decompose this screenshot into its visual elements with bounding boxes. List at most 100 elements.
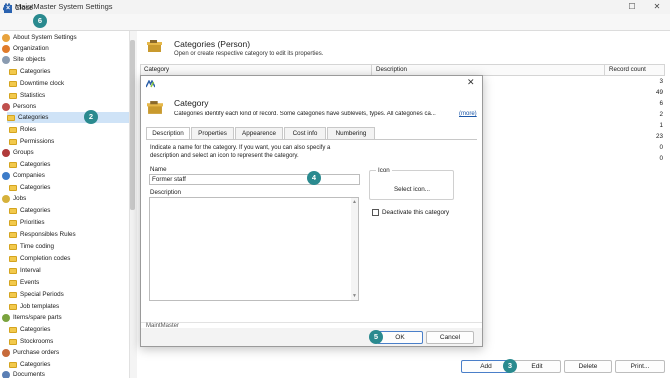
cancel-button[interactable]: Cancel [426, 331, 474, 344]
scroll-down-icon[interactable]: ▼ [352, 293, 357, 299]
tree-item-events[interactable]: Events [9, 277, 39, 288]
deactivate-checkbox[interactable] [372, 209, 379, 216]
page-title: Categories (Person) [174, 39, 251, 49]
tree-item-purchase-orders[interactable]: Purchase orders [2, 347, 59, 358]
tree-item-responsibles-rules[interactable]: Responsibles Rules [9, 229, 76, 240]
dialog-footer-divider [141, 322, 482, 323]
tree-item-permissions[interactable]: Permissions [9, 136, 54, 147]
maintmaster-logo-icon [146, 80, 155, 88]
record-count-cell: 0 [659, 144, 663, 151]
record-count-cell: 23 [655, 133, 663, 140]
folder-icon [9, 68, 17, 75]
tree-item-roles[interactable]: Roles [9, 124, 36, 135]
groups-icon [2, 148, 10, 157]
callout-badge: 3 [503, 359, 517, 373]
record-count-cell: 3 [659, 78, 663, 85]
description-textarea[interactable] [149, 197, 359, 301]
sidebar-scrollbar-thumb[interactable] [130, 40, 135, 210]
tree-item-persons[interactable]: Persons [2, 101, 36, 112]
column-header-record-count[interactable]: Record count [605, 64, 665, 76]
tree-item-interval[interactable]: Interval [9, 265, 41, 276]
category-box-icon [147, 40, 162, 52]
name-input[interactable]: Former staff [149, 174, 360, 185]
folder-icon [9, 326, 17, 333]
tree-item-special-periods[interactable]: Special Periods [9, 289, 64, 300]
folder-icon [9, 138, 17, 145]
tree-item-organization[interactable]: Organization [2, 43, 49, 54]
folder-icon [9, 80, 17, 87]
close-icon: × [4, 4, 12, 13]
record-count-cell: 0 [659, 155, 663, 162]
tree-item-completion-codes[interactable]: Completion codes [9, 253, 70, 264]
tree-item-downtime-clock[interactable]: Downtime clock [9, 78, 64, 89]
close-button[interactable]: × Close [1, 2, 36, 15]
description-scrollbar[interactable] [351, 198, 358, 300]
icon-label: Icon [376, 167, 392, 174]
folder-icon [9, 231, 17, 238]
maximize-icon[interactable]: ☐ [626, 1, 638, 12]
tree-item-groups[interactable]: Groups [2, 147, 34, 158]
tab-properties[interactable]: Properties [191, 127, 234, 139]
delete-button[interactable]: Delete [564, 360, 612, 373]
tab-cost-info[interactable]: Cost info [284, 127, 326, 139]
folder-icon [9, 255, 17, 262]
tree-item-groups-categories[interactable]: Categories [9, 159, 50, 170]
callout-badge: 6 [33, 14, 47, 28]
tree-item-jobs-categories[interactable]: Categories [9, 205, 50, 216]
folder-icon [9, 267, 17, 274]
folder-icon [9, 361, 17, 368]
tree-item-items-categories[interactable]: Categories [9, 324, 50, 335]
items-icon [2, 313, 10, 322]
folder-icon [9, 291, 17, 298]
callout-badge: 2 [84, 110, 98, 124]
select-icon-button[interactable]: Select icon... [384, 184, 440, 196]
folder-icon [9, 184, 17, 191]
tree-item-site-categories[interactable]: Categories [9, 66, 50, 77]
tree-item-jobs[interactable]: Jobs [2, 193, 26, 204]
tree-item-items-spare-parts[interactable]: Items/spare parts [2, 312, 62, 323]
tree-item-stockrooms[interactable]: Stockrooms [9, 336, 53, 347]
tree-item-companies-categories[interactable]: Categories [9, 182, 50, 193]
tab-appearence[interactable]: Appearence [235, 127, 283, 139]
tree-item-documents[interactable]: Documents [2, 369, 45, 378]
category-box-icon [147, 101, 163, 114]
callout-badge: 5 [369, 330, 383, 344]
ok-button[interactable]: OK [377, 331, 423, 344]
tab-numbering[interactable]: Numbering [327, 127, 375, 139]
page-subtitle: Open or create respective category to ed… [174, 51, 324, 57]
more-link[interactable]: (more) [459, 111, 477, 117]
deactivate-label[interactable]: Deactivate this category [382, 209, 449, 216]
tree-item-time-coding[interactable]: Time coding [9, 241, 54, 252]
tree-item-site-objects[interactable]: Site objects [2, 54, 46, 65]
folder-icon [9, 207, 17, 214]
scroll-up-icon[interactable]: ▲ [352, 199, 357, 205]
documents-icon [2, 370, 10, 378]
folder-icon [9, 126, 17, 133]
persons-icon [2, 102, 10, 111]
folder-icon [9, 161, 17, 168]
companies-icon [2, 171, 10, 180]
purchase-orders-icon [2, 348, 10, 357]
intro-text: Indicate a name for the category. If you… [150, 145, 331, 159]
folder-icon [7, 114, 15, 121]
tree-item-companies[interactable]: Companies [2, 170, 45, 181]
folder-icon [9, 92, 17, 99]
folder-icon [9, 279, 17, 286]
site-objects-icon [2, 55, 10, 64]
tree-item-persons-categories[interactable]: Categories [7, 112, 129, 123]
print-button[interactable]: Print... [615, 360, 665, 373]
record-count-cell: 6 [659, 100, 663, 107]
toolbar [0, 14, 670, 31]
tree-item-priorities[interactable]: Priorities [9, 217, 45, 228]
edit-button[interactable]: Edit [513, 360, 561, 373]
tree-item-statistics[interactable]: Statistics [9, 90, 45, 101]
tab-divider [146, 139, 477, 140]
record-count-cell: 2 [659, 111, 663, 118]
close-label: Close [15, 5, 33, 12]
tree-item-job-templates[interactable]: Job templates [9, 301, 59, 312]
tree-item-about[interactable]: About System Settings [2, 32, 77, 43]
folder-icon [9, 303, 17, 310]
dialog-close-icon[interactable]: ✕ [467, 77, 475, 88]
folder-icon [9, 243, 17, 250]
window-close-icon[interactable]: ✕ [651, 1, 663, 12]
